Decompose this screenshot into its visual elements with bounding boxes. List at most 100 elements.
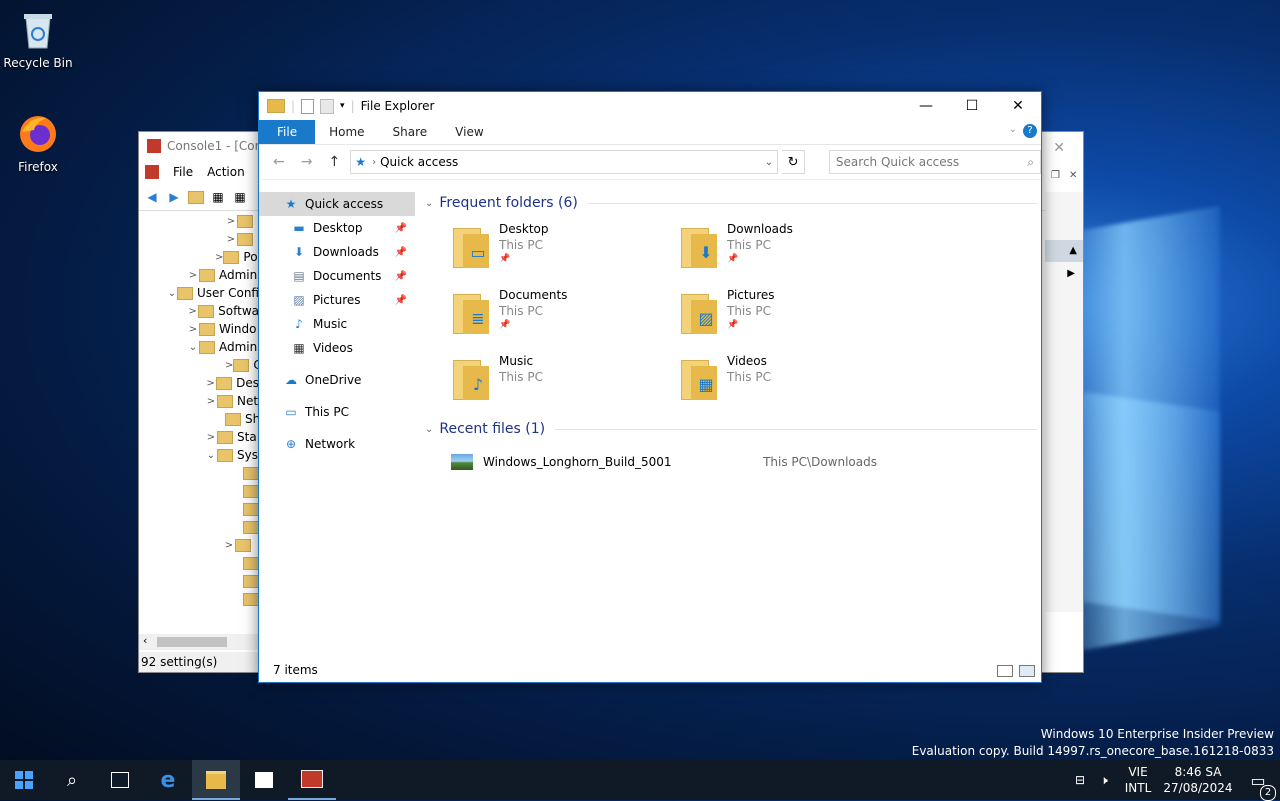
folder-tile-desktop[interactable]: ▭ Desktop This PC 📌 bbox=[453, 222, 681, 274]
search-button[interactable]: ⌕ bbox=[48, 760, 96, 800]
scroll-left-icon[interactable]: ‹ bbox=[143, 634, 147, 647]
chevron-down-icon[interactable]: ⌄ bbox=[187, 342, 199, 353]
folder-tile-downloads[interactable]: ⬇ Downloads This PC 📌 bbox=[681, 222, 909, 274]
desktop-icon-firefox[interactable]: Firefox bbox=[0, 112, 76, 174]
nav-item-this-pc[interactable]: ▭ This PC bbox=[259, 400, 415, 424]
help-icon[interactable]: ? bbox=[1023, 124, 1037, 138]
refresh-button[interactable]: ↻ bbox=[782, 150, 805, 174]
details-view-icon[interactable] bbox=[997, 665, 1013, 677]
recent-files-header[interactable]: ⌄ Recent files (1) bbox=[417, 418, 1037, 440]
navigation-pane[interactable]: ★ Quick access ▬ Desktop 📌 ⬇ Downloads 📌 ▤ Docume… bbox=[259, 192, 415, 660]
nav-item-desktop[interactable]: ▬ Desktop 📌 bbox=[259, 216, 415, 240]
nav-item-documents[interactable]: ▤ Documents 📌 bbox=[259, 264, 415, 288]
mmc-tree-row[interactable] bbox=[139, 590, 259, 608]
expand-ribbon-icon[interactable]: ⌄ bbox=[1009, 124, 1017, 135]
mmc-tree-row[interactable]: > Net bbox=[139, 392, 259, 410]
start-button[interactable] bbox=[0, 760, 48, 800]
clock[interactable]: 8:46 SA 27/08/2024 bbox=[1160, 764, 1236, 796]
folder-tile-videos[interactable]: ▦ Videos This PC bbox=[681, 354, 909, 406]
mmc-tree-row[interactable]: > Softwa bbox=[139, 302, 259, 320]
content-pane[interactable]: ⌄ Frequent folders (6) ▭ Desktop This PC 📌 ⬇… bbox=[417, 192, 1037, 662]
qat-dropdown-icon[interactable]: ▾ bbox=[340, 101, 345, 111]
mmc-close-icon[interactable]: ✕ bbox=[1053, 140, 1065, 156]
maximize-button[interactable]: ☐ bbox=[949, 92, 995, 120]
mmc-tree-row[interactable]: ⌄ User Confi bbox=[139, 284, 259, 302]
folder-tile-pictures[interactable]: ▨ Pictures This PC 📌 bbox=[681, 288, 909, 340]
mmc-tree-row[interactable]: > Pol bbox=[139, 248, 259, 266]
toolbar-more-icon[interactable]: ▦ bbox=[231, 188, 249, 206]
show-tree-icon[interactable]: ▦ bbox=[209, 188, 227, 206]
input-language[interactable]: VIE INTL bbox=[1116, 764, 1160, 796]
chevron-right-icon[interactable]: > bbox=[187, 270, 199, 281]
folder-up-icon[interactable] bbox=[187, 188, 205, 206]
properties-icon[interactable] bbox=[301, 98, 315, 114]
mmc-inner-close-icon[interactable]: ✕ bbox=[1069, 170, 1077, 181]
mmc-tree-row[interactable]: > Sta bbox=[139, 428, 259, 446]
chevron-right-icon[interactable]: > bbox=[187, 306, 198, 317]
folder-tile-music[interactable]: ♪ Music This PC bbox=[453, 354, 681, 406]
address-dropdown-icon[interactable]: ⌄ bbox=[765, 157, 773, 168]
mmc-menu-file[interactable]: File bbox=[173, 165, 193, 179]
chevron-right-icon[interactable]: > bbox=[225, 360, 233, 371]
taskbar-store[interactable] bbox=[240, 760, 288, 800]
breadcrumb-quick-access[interactable]: Quick access bbox=[380, 155, 458, 169]
explorer-app-icon[interactable] bbox=[267, 99, 285, 113]
taskbar-mmc[interactable] bbox=[288, 760, 336, 800]
mmc-tree-row[interactable] bbox=[139, 554, 259, 572]
nav-item-network[interactable]: ⊕ Network bbox=[259, 432, 415, 456]
mmc-tree-row[interactable]: > bbox=[139, 212, 259, 230]
mmc-tree-row[interactable]: > Des bbox=[139, 374, 259, 392]
chevron-right-icon[interactable]: > bbox=[225, 234, 237, 245]
chevron-right-icon[interactable]: > bbox=[205, 432, 217, 443]
mmc-tree-row[interactable]: ⌄ Admin bbox=[139, 338, 259, 356]
minimize-button[interactable]: — bbox=[903, 92, 949, 120]
mmc-tree-row[interactable] bbox=[139, 464, 259, 482]
chevron-down-icon[interactable]: ⌄ bbox=[205, 450, 217, 461]
nav-item-downloads[interactable]: ⬇ Downloads 📌 bbox=[259, 240, 415, 264]
nav-item-music[interactable]: ♪ Music bbox=[259, 312, 415, 336]
up-button[interactable]: ↑ bbox=[323, 154, 347, 170]
chevron-right-icon[interactable]: > bbox=[223, 540, 235, 551]
search-input[interactable]: Search Quick access ⌕ bbox=[828, 150, 1041, 174]
large-icons-view-icon[interactable] bbox=[1019, 665, 1035, 677]
expand-right-icon[interactable]: ▶ bbox=[1067, 268, 1075, 279]
nav-item-pictures[interactable]: ▨ Pictures 📌 bbox=[259, 288, 415, 312]
folder-tile-documents[interactable]: ≣ Documents This PC 📌 bbox=[453, 288, 681, 340]
chevron-right-icon[interactable]: > bbox=[205, 396, 217, 407]
tab-view[interactable]: View bbox=[441, 120, 497, 144]
taskbar-edge[interactable]: e bbox=[144, 760, 192, 800]
new-folder-icon[interactable] bbox=[320, 98, 335, 114]
task-view-button[interactable] bbox=[96, 760, 144, 800]
frequent-folders-header[interactable]: ⌄ Frequent folders (6) bbox=[417, 192, 1037, 214]
chevron-right-icon[interactable]: > bbox=[225, 216, 237, 227]
volume-muted-icon[interactable]: 🕨 bbox=[1092, 773, 1116, 788]
address-bar[interactable]: ★ › Quick access ⌄ bbox=[350, 150, 779, 174]
network-status-icon[interactable]: ⊟ bbox=[1068, 773, 1092, 787]
recent-file-row[interactable]: Windows_Longhorn_Build_5001 This PC\Down… bbox=[451, 450, 1037, 474]
chevron-right-icon[interactable]: > bbox=[215, 252, 223, 263]
mmc-tree-row[interactable]: ⌄ Sys bbox=[139, 446, 259, 464]
mmc-tree-row[interactable]: > bbox=[139, 536, 259, 554]
action-center-button[interactable]: ▭ 2 bbox=[1236, 771, 1280, 801]
forward-arrow-icon[interactable]: ▶ bbox=[165, 188, 183, 206]
chevron-right-icon[interactable]: > bbox=[205, 378, 216, 389]
tab-share[interactable]: Share bbox=[379, 120, 442, 144]
file-explorer-window[interactable]: | ▾ | File Explorer — ☐ ✕ File Home Shar… bbox=[258, 91, 1042, 683]
mmc-horizontal-scrollbar[interactable]: ‹ bbox=[139, 634, 259, 650]
mmc-tree-row[interactable]: Sha bbox=[139, 410, 259, 428]
taskbar-file-explorer[interactable] bbox=[192, 760, 240, 800]
mmc-tree-row[interactable] bbox=[139, 500, 259, 518]
mmc-tree-pane[interactable]: >>>Pol>Admin⌄User Confi>Softwa>Windo⌄Adm… bbox=[139, 212, 259, 634]
chevron-right-icon[interactable]: > bbox=[187, 324, 199, 335]
tab-file[interactable]: File bbox=[259, 120, 316, 144]
mmc-tree-row[interactable]: > Admin bbox=[139, 266, 259, 284]
tab-home[interactable]: Home bbox=[315, 120, 378, 144]
scroll-up-icon[interactable]: ▲ bbox=[1045, 240, 1083, 262]
nav-item-quick-access[interactable]: ★ Quick access bbox=[259, 192, 415, 216]
mmc-tree-row[interactable]: > bbox=[139, 230, 259, 248]
mmc-tree-row[interactable] bbox=[139, 518, 259, 536]
mmc-tree-row[interactable] bbox=[139, 482, 259, 500]
mmc-tree-row[interactable]: >Cor bbox=[139, 356, 259, 374]
nav-item-onedrive[interactable]: ☁ OneDrive bbox=[259, 368, 415, 392]
mmc-tree-row[interactable] bbox=[139, 572, 259, 590]
